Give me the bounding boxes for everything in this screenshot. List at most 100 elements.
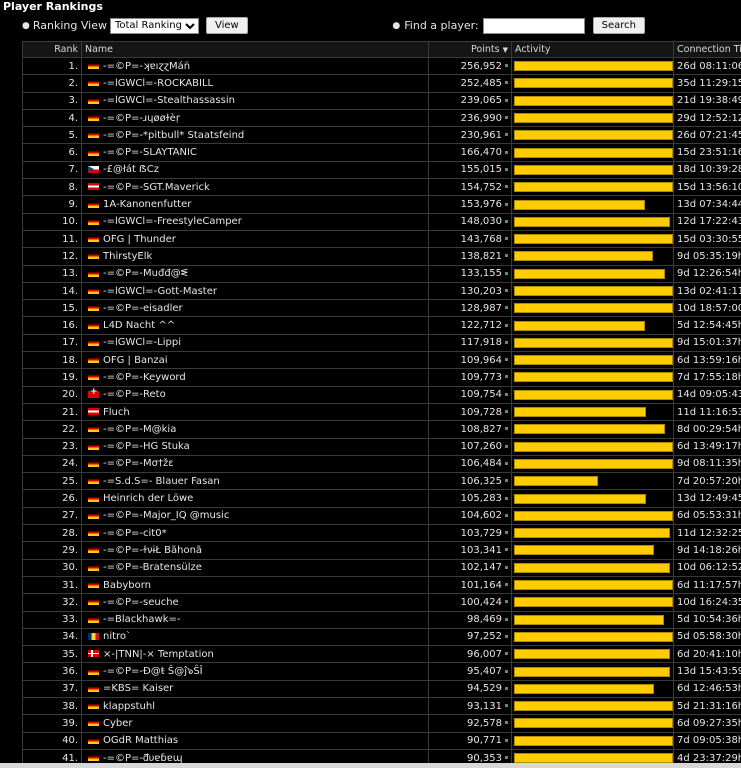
rank-cell: 40.	[22, 731, 82, 750]
name-cell[interactable]: -=lGWCl=-Stealthassassin	[81, 91, 429, 110]
name-cell[interactable]: -=©P=-Ð@ŧ Š@ĵ๖ŜÎ	[81, 662, 429, 681]
name-cell[interactable]: ThirstyElk	[81, 247, 429, 266]
player-name-link[interactable]: -=©P=-ᵭ̃υɐɓɐɰ	[103, 753, 182, 764]
player-name-link[interactable]: -=©P=-SGT.Maverick	[103, 182, 210, 193]
table-row: 16. L4D Nacht ^^ 122,712 5d 12:54:45h	[22, 316, 741, 335]
col-header-rank[interactable]: Rank	[22, 41, 82, 58]
name-cell[interactable]: -=©P=-HG Stuka	[81, 437, 429, 456]
name-cell[interactable]: -=©P=-Bratensülze	[81, 558, 429, 577]
name-cell[interactable]: =KBS= Kaiser	[81, 679, 429, 698]
player-name-link[interactable]: Cyber	[103, 718, 133, 729]
country-flag-icon	[88, 477, 99, 485]
player-name-link[interactable]: -=S.d.S=- Blauer Fasan	[103, 476, 220, 487]
player-name-link[interactable]: Heinrich der Löwe	[103, 493, 193, 504]
player-name-link[interactable]: -=lGWCl=-Lippi	[103, 337, 181, 348]
player-name-link[interactable]: 1A-Kanonenfutter	[103, 199, 191, 210]
player-name-link[interactable]: klappstuhl	[103, 701, 155, 712]
player-name-link[interactable]: -=©P=-seuche	[103, 597, 179, 608]
name-cell[interactable]: Cyber	[81, 714, 429, 733]
name-cell[interactable]: ×-|TNN|-× Temptation	[81, 645, 429, 664]
player-name-link[interactable]: -=©P=-*pitbull* Staatsfeind	[103, 130, 244, 141]
player-name-link[interactable]: -=lGWCl=-Stealthassassin	[103, 95, 235, 106]
name-cell[interactable]: 1A-Kanonenfutter	[81, 195, 429, 214]
player-name-link[interactable]: -=lGWCl=-Gott-Master	[103, 286, 217, 297]
connection-time-cell: 14d 09:05:43h	[673, 385, 741, 404]
player-name-link[interactable]: Fluch	[103, 407, 130, 418]
player-name-link[interactable]: Babyborn	[103, 580, 151, 591]
name-cell[interactable]: OGdR Matthias	[81, 731, 429, 750]
name-cell[interactable]: -=©P=-SGT.Maverick	[81, 178, 429, 197]
connection-time-cell: 13d 12:49:45h	[673, 489, 741, 508]
player-name-link[interactable]: -=©P=-Bratensülze	[103, 562, 202, 573]
name-cell[interactable]: -=©P=-ɹɥøøɫèṛ	[81, 108, 429, 128]
player-name-link[interactable]: =KBS= Kaiser	[103, 683, 173, 694]
name-cell[interactable]: -=©P=-Keyword	[81, 368, 429, 387]
name-cell[interactable]: OFG | Banzai	[81, 351, 429, 370]
name-cell[interactable]: klappstuhl	[81, 696, 429, 716]
connection-time-cell: 9d 08:11:35h	[673, 454, 741, 474]
player-name-link[interactable]: -=©P=-ɹɥøøɫèṛ	[103, 113, 180, 124]
player-name-link[interactable]: -=©P=-Muđđ@ᓬ	[103, 268, 188, 279]
name-cell[interactable]: -=©P=-seuche	[81, 593, 429, 612]
view-button[interactable]: View	[205, 17, 248, 34]
activity-bar	[514, 718, 673, 729]
player-name-link[interactable]: -=©P=-eisadler	[103, 303, 183, 314]
name-cell[interactable]: -=Blackhawk=-	[81, 610, 429, 629]
player-name-link[interactable]: OGdR Matthias	[103, 735, 178, 746]
name-cell[interactable]: -=©P=-ʞɐıɀɀMán̈	[81, 56, 429, 76]
name-cell[interactable]: -£@łát ẞCz	[81, 160, 429, 180]
player-name-link[interactable]: -=lGWCl=-ROCKABILL	[103, 78, 213, 89]
name-cell[interactable]: -=©P=-SLAYTANIC	[81, 143, 429, 162]
player-name-link[interactable]: -=lGWCl=-FreestyleCamper	[103, 216, 242, 227]
name-cell[interactable]: nitro`	[81, 627, 429, 647]
player-name-link[interactable]: ThirstyElk	[103, 251, 152, 262]
name-cell[interactable]: -=lGWCl=-FreestyleCamper	[81, 212, 429, 231]
name-cell[interactable]: -=lGWCl=-Lippi	[81, 333, 429, 353]
find-player-input[interactable]	[482, 17, 585, 34]
rank-cell: 7.	[22, 160, 82, 180]
player-name-link[interactable]: -=©P=-M@kia	[103, 424, 176, 435]
name-cell[interactable]: -=©P=-*pitbull* Staatsfeind	[81, 126, 429, 145]
name-cell[interactable]: Heinrich der Löwe	[81, 489, 429, 508]
player-name-link[interactable]: -=©P=-Mσ†žε	[103, 458, 174, 469]
player-name-link[interactable]: -=©P=-cit0*	[103, 528, 167, 539]
player-name-link[interactable]: -=©P=-Keyword	[103, 372, 186, 383]
player-name-link[interactable]: -=©P=-Ð@ŧ Š@ĵ๖ŜÎ	[103, 666, 203, 677]
player-name-link[interactable]: nitro`	[103, 631, 131, 642]
activity-cell	[511, 74, 674, 93]
name-cell[interactable]: L4D Nacht ^^	[81, 316, 429, 335]
name-cell[interactable]: -=©P=-Muđđ@ᓬ	[81, 264, 429, 283]
player-name-link[interactable]: -=©P=-ɫνɨŁ Bãhonã	[103, 545, 202, 556]
player-name-link[interactable]: -=©P=-Reto	[103, 389, 166, 400]
search-button[interactable]: Search	[592, 17, 645, 34]
player-name-link[interactable]: -=©P=-HG Stuka	[103, 441, 190, 452]
player-name-link[interactable]: L4D Nacht ^^	[103, 320, 175, 331]
ranking-view-select[interactable]: Total Ranking	[109, 17, 199, 34]
player-name-link[interactable]: -=©P=-Major_IQ @music	[103, 510, 229, 521]
name-cell[interactable]: -=©P=-eisadler	[81, 299, 429, 318]
name-cell[interactable]: -=©P=-M@kia	[81, 420, 429, 439]
col-header-name[interactable]: Name	[81, 41, 429, 58]
name-cell[interactable]: -=©P=-ɫνɨŁ Bãhonã	[81, 541, 429, 560]
col-header-points[interactable]: Points ▼	[428, 41, 512, 58]
player-name-link[interactable]: -£@łát ẞCz	[103, 164, 159, 175]
name-cell[interactable]: -=lGWCl=-ROCKABILL	[81, 74, 429, 93]
name-cell[interactable]: -=lGWCl=-Gott-Master	[81, 281, 429, 301]
name-cell[interactable]: Babyborn	[81, 575, 429, 595]
col-header-activity[interactable]: Activity	[511, 41, 674, 58]
name-cell[interactable]: -=S.d.S=- Blauer Fasan	[81, 472, 429, 491]
player-name-link[interactable]: OFG | Thunder	[103, 234, 176, 245]
name-cell[interactable]: -=©P=-Reto	[81, 385, 429, 404]
player-name-link[interactable]: -=©P=-SLAYTANIC	[103, 147, 197, 158]
player-name-link[interactable]: -=©P=-ʞɐıɀɀMán̈	[103, 61, 190, 72]
name-cell[interactable]: -=©P=-Major_IQ @music	[81, 506, 429, 526]
player-name-link[interactable]: OFG | Banzai	[103, 355, 168, 366]
name-cell[interactable]: Fluch	[81, 402, 429, 422]
col-header-connection-time[interactable]: Connection Time	[673, 41, 741, 58]
player-name-link[interactable]: -=Blackhawk=-	[103, 614, 180, 625]
player-name-link[interactable]: ×-|TNN|-× Temptation	[103, 649, 214, 660]
name-cell[interactable]: OFG | Thunder	[81, 229, 429, 249]
name-cell[interactable]: -=©P=-cit0*	[81, 524, 429, 543]
rank-cell: 17.	[22, 333, 82, 353]
name-cell[interactable]: -=©P=-Mσ†žε	[81, 454, 429, 474]
